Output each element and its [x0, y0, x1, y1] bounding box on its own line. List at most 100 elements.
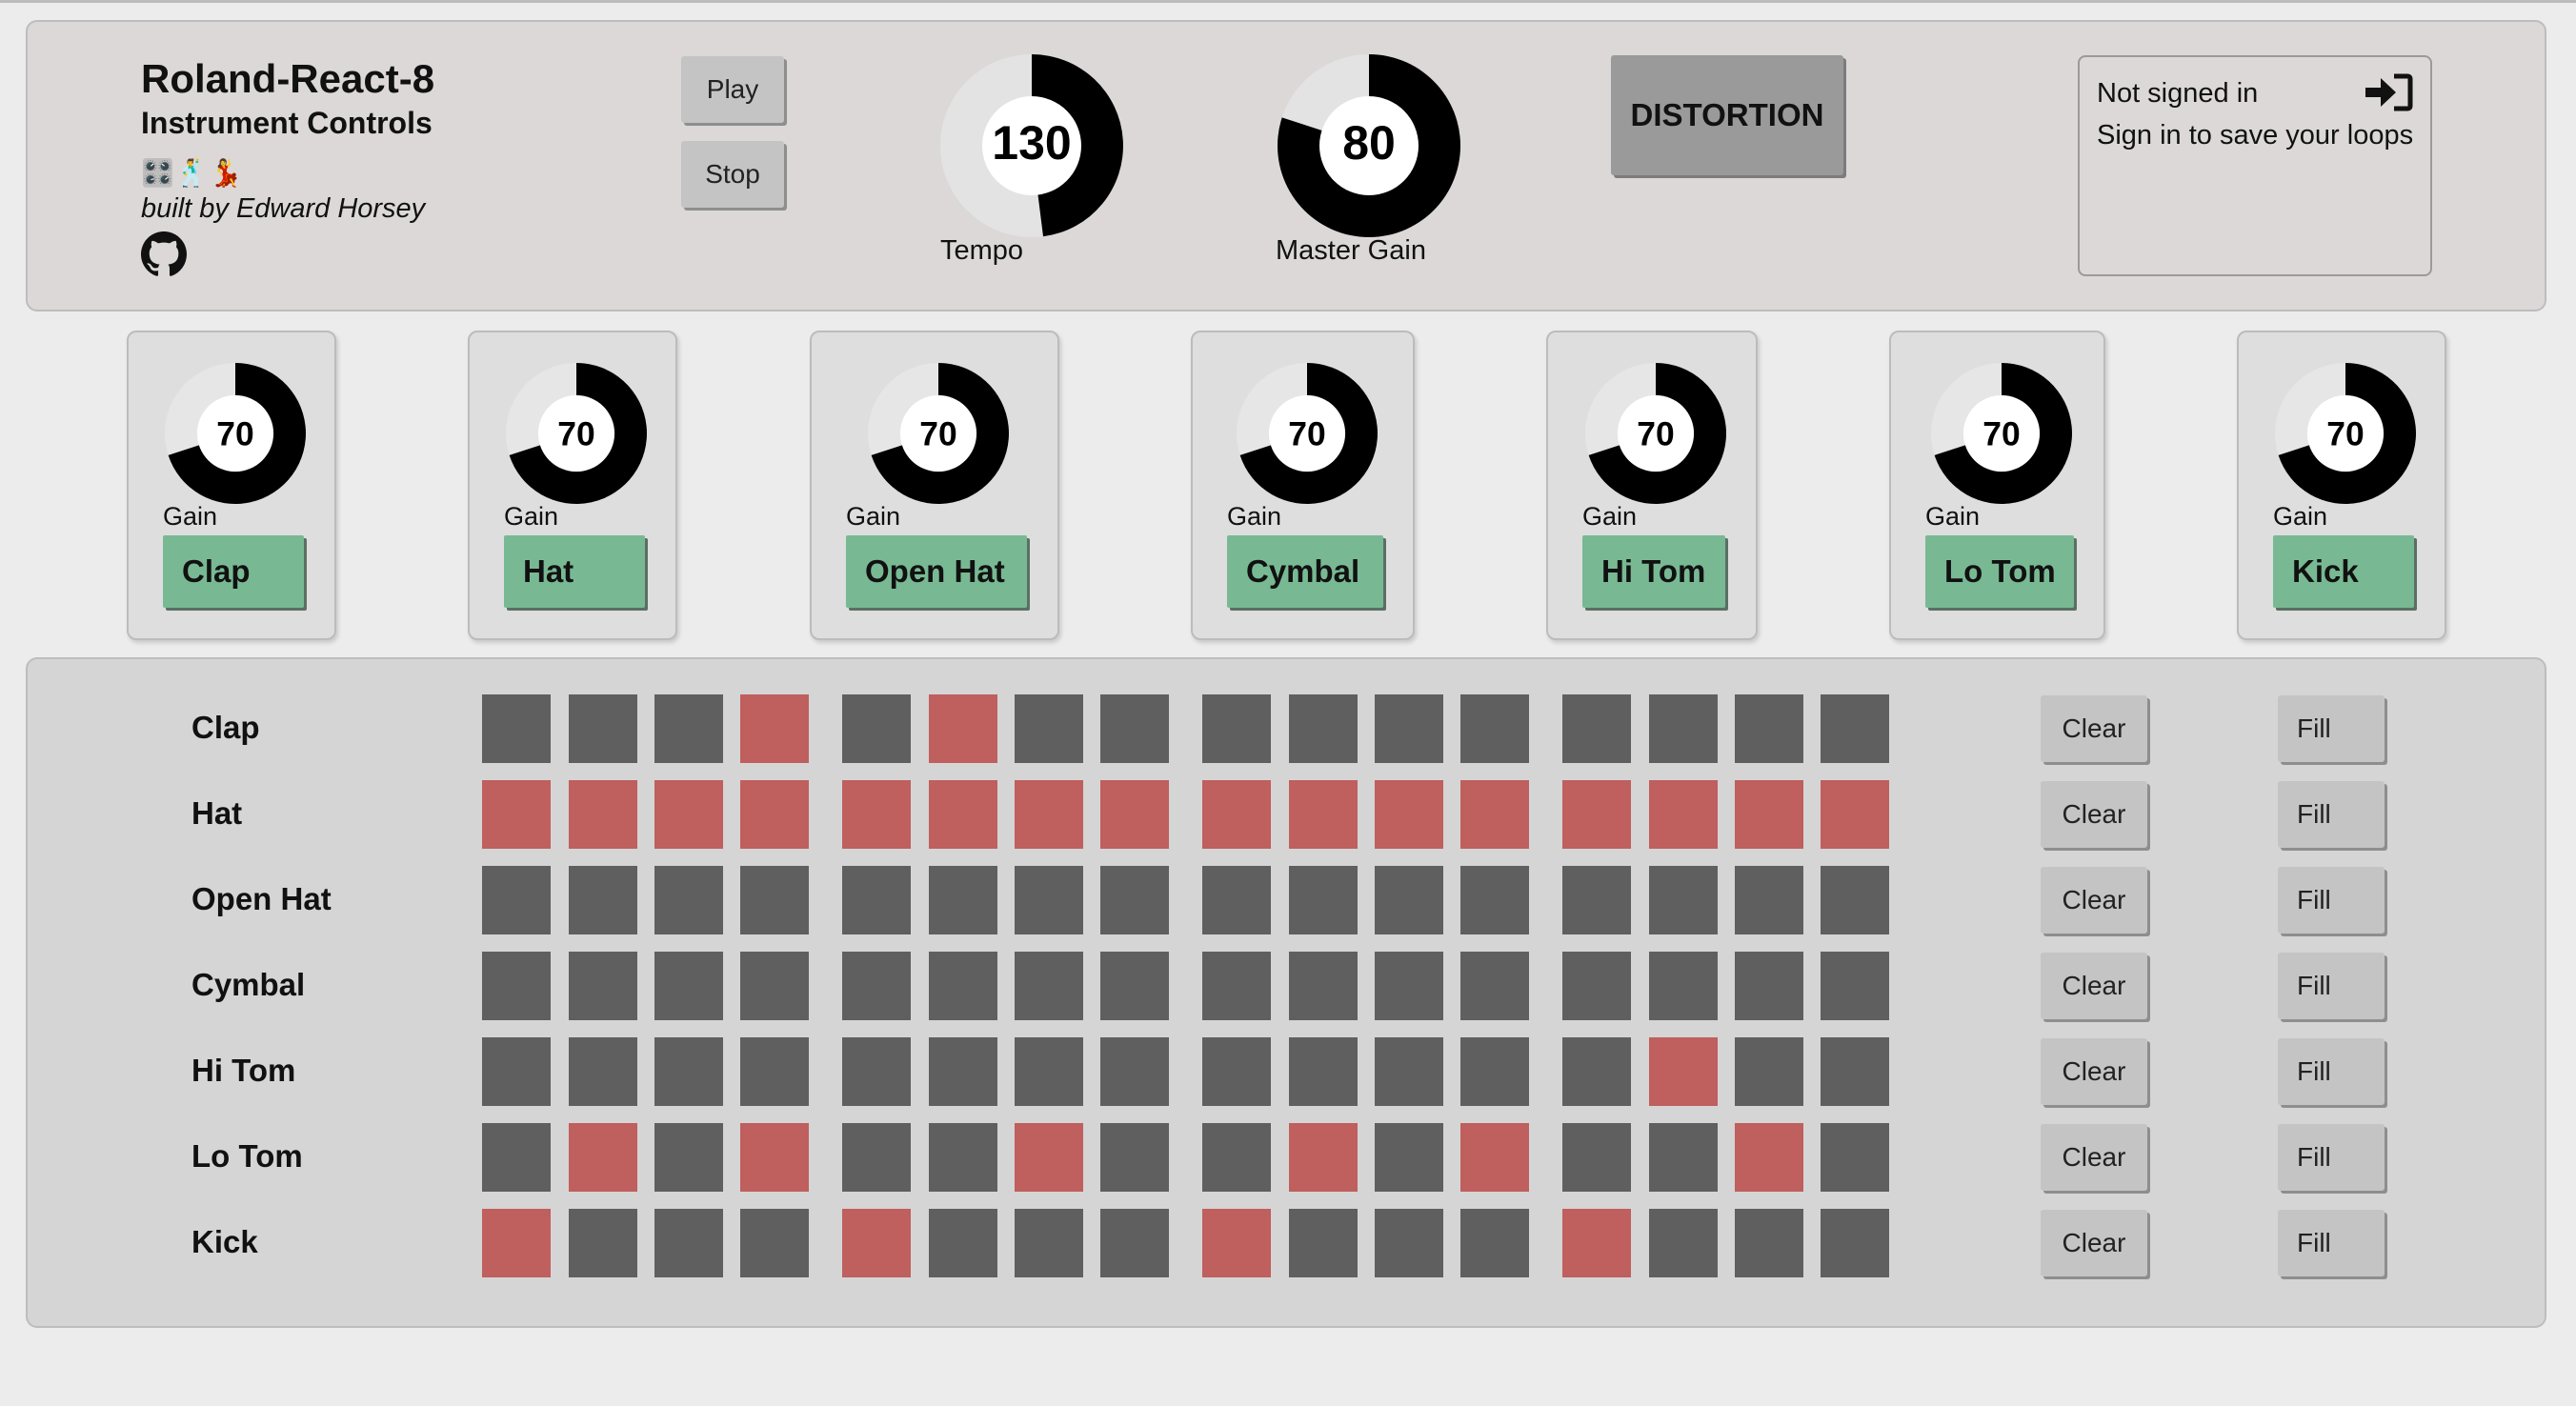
step-pad[interactable]: [654, 780, 723, 849]
step-pad[interactable]: [654, 866, 723, 934]
gain-dial[interactable]: 70: [1585, 363, 1726, 504]
step-pad[interactable]: [569, 694, 637, 763]
step-pad[interactable]: [1202, 694, 1271, 763]
step-pad[interactable]: [740, 1123, 809, 1192]
step-pad[interactable]: [1735, 952, 1803, 1020]
step-pad[interactable]: [1649, 1123, 1718, 1192]
step-pad[interactable]: [1015, 866, 1083, 934]
step-pad[interactable]: [842, 952, 911, 1020]
fill-button-hi-tom[interactable]: Fill: [2278, 1038, 2385, 1105]
step-pad[interactable]: [1735, 866, 1803, 934]
step-pad[interactable]: [654, 1209, 723, 1277]
step-pad[interactable]: [842, 1209, 911, 1277]
step-pad[interactable]: [1460, 866, 1529, 934]
step-pad[interactable]: [1375, 780, 1443, 849]
step-pad[interactable]: [1649, 866, 1718, 934]
step-pad[interactable]: [1821, 866, 1889, 934]
step-pad[interactable]: [482, 952, 551, 1020]
step-pad[interactable]: [1460, 780, 1529, 849]
step-pad[interactable]: [1100, 1123, 1169, 1192]
step-pad[interactable]: [1460, 952, 1529, 1020]
step-pad[interactable]: [929, 1123, 997, 1192]
instrument-button-open-hat[interactable]: Open Hat: [846, 535, 1027, 608]
step-pad[interactable]: [1375, 1123, 1443, 1192]
gain-dial[interactable]: 70: [165, 363, 306, 504]
stop-button[interactable]: Stop: [681, 141, 784, 208]
step-pad[interactable]: [1202, 952, 1271, 1020]
step-pad[interactable]: [1562, 866, 1631, 934]
step-pad[interactable]: [1100, 780, 1169, 849]
gain-dial[interactable]: 70: [2275, 363, 2416, 504]
step-pad[interactable]: [1562, 952, 1631, 1020]
step-pad[interactable]: [842, 1123, 911, 1192]
step-pad[interactable]: [929, 1037, 997, 1106]
gain-dial[interactable]: 70: [1237, 363, 1378, 504]
instrument-button-clap[interactable]: Clap: [163, 535, 304, 608]
step-pad[interactable]: [929, 866, 997, 934]
step-pad[interactable]: [1562, 1209, 1631, 1277]
instrument-button-kick[interactable]: Kick: [2273, 535, 2414, 608]
fill-button-lo-tom[interactable]: Fill: [2278, 1124, 2385, 1191]
step-pad[interactable]: [1821, 952, 1889, 1020]
step-pad[interactable]: [654, 1037, 723, 1106]
clear-button-hat[interactable]: Clear: [2041, 781, 2147, 848]
gain-dial[interactable]: 70: [868, 363, 1009, 504]
step-pad[interactable]: [1289, 1209, 1358, 1277]
step-pad[interactable]: [1735, 1123, 1803, 1192]
step-pad[interactable]: [1289, 1037, 1358, 1106]
step-pad[interactable]: [1375, 694, 1443, 763]
master-gain-dial[interactable]: 80: [1278, 54, 1460, 237]
step-pad[interactable]: [1015, 1037, 1083, 1106]
clear-button-hi-tom[interactable]: Clear: [2041, 1038, 2147, 1105]
step-pad[interactable]: [1460, 1209, 1529, 1277]
step-pad[interactable]: [1289, 866, 1358, 934]
step-pad[interactable]: [1821, 1037, 1889, 1106]
step-pad[interactable]: [569, 780, 637, 849]
step-pad[interactable]: [929, 780, 997, 849]
step-pad[interactable]: [1289, 694, 1358, 763]
step-pad[interactable]: [1100, 952, 1169, 1020]
step-pad[interactable]: [1375, 866, 1443, 934]
step-pad[interactable]: [740, 1209, 809, 1277]
step-pad[interactable]: [482, 866, 551, 934]
step-pad[interactable]: [740, 694, 809, 763]
instrument-button-hi-tom[interactable]: Hi Tom: [1582, 535, 1725, 608]
step-pad[interactable]: [654, 694, 723, 763]
instrument-button-lo-tom[interactable]: Lo Tom: [1925, 535, 2074, 608]
step-pad[interactable]: [1289, 780, 1358, 849]
instrument-button-hat[interactable]: Hat: [504, 535, 645, 608]
step-pad[interactable]: [1100, 866, 1169, 934]
step-pad[interactable]: [1100, 694, 1169, 763]
step-pad[interactable]: [842, 866, 911, 934]
step-pad[interactable]: [482, 1037, 551, 1106]
step-pad[interactable]: [1649, 694, 1718, 763]
step-pad[interactable]: [1375, 952, 1443, 1020]
step-pad[interactable]: [1649, 780, 1718, 849]
step-pad[interactable]: [569, 1209, 637, 1277]
clear-button-lo-tom[interactable]: Clear: [2041, 1124, 2147, 1191]
fill-button-cymbal[interactable]: Fill: [2278, 953, 2385, 1019]
step-pad[interactable]: [929, 952, 997, 1020]
fill-button-kick[interactable]: Fill: [2278, 1210, 2385, 1276]
step-pad[interactable]: [1562, 694, 1631, 763]
fill-button-hat[interactable]: Fill: [2278, 781, 2385, 848]
gain-dial[interactable]: 70: [506, 363, 647, 504]
fill-button-open-hat[interactable]: Fill: [2278, 867, 2385, 934]
step-pad[interactable]: [740, 866, 809, 934]
step-pad[interactable]: [1100, 1037, 1169, 1106]
step-pad[interactable]: [1460, 1037, 1529, 1106]
step-pad[interactable]: [569, 952, 637, 1020]
step-pad[interactable]: [1735, 1209, 1803, 1277]
step-pad[interactable]: [1289, 1123, 1358, 1192]
step-pad[interactable]: [482, 694, 551, 763]
step-pad[interactable]: [1015, 1123, 1083, 1192]
tempo-dial[interactable]: 130: [940, 54, 1123, 237]
clear-button-kick[interactable]: Clear: [2041, 1210, 2147, 1276]
step-pad[interactable]: [842, 1037, 911, 1106]
sign-in-box[interactable]: Not signed in Sign in to save your loops: [2078, 55, 2432, 276]
clear-button-open-hat[interactable]: Clear: [2041, 867, 2147, 934]
step-pad[interactable]: [1649, 952, 1718, 1020]
step-pad[interactable]: [1015, 694, 1083, 763]
github-icon[interactable]: [141, 231, 187, 277]
step-pad[interactable]: [1015, 780, 1083, 849]
